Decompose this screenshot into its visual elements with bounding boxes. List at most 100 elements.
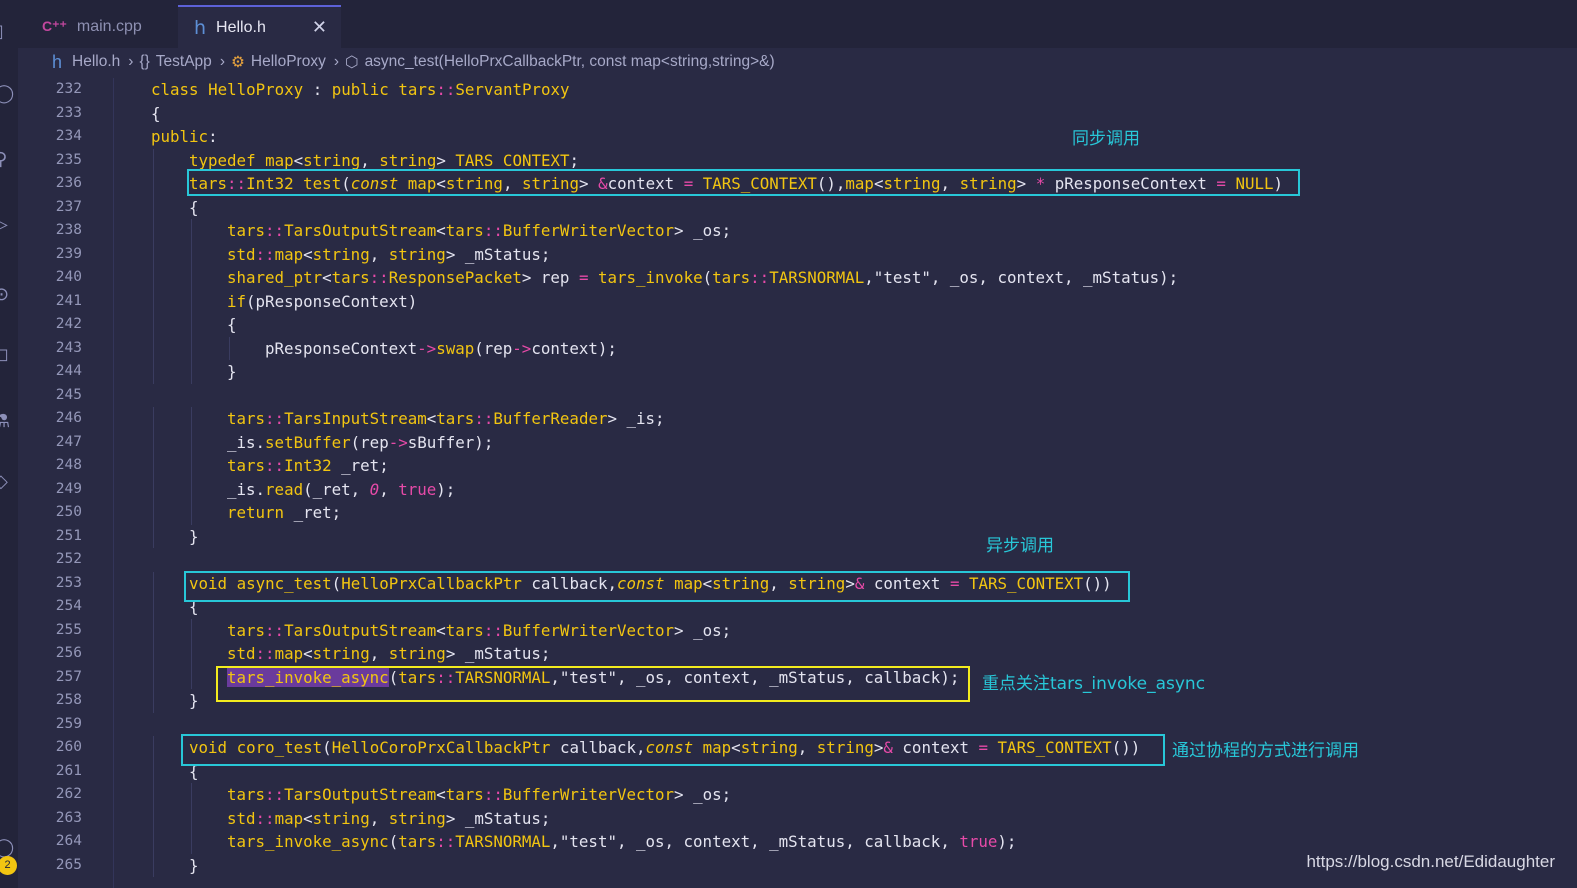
line-number: 245 [55, 386, 82, 403]
code-line[interactable]: 251} [18, 524, 1558, 549]
code-text: if(pResponseContext) [227, 290, 417, 314]
code-line[interactable]: 234 public: [18, 125, 1558, 149]
code-token: string [312, 244, 370, 264]
line-number: 251 [55, 527, 82, 544]
code-token: :: [265, 456, 285, 475]
code-text: _is.setBuffer(rep->sBuffer); [227, 431, 493, 455]
code-line[interactable]: 232 class HelloProxy : public tars::Serva… [18, 78, 1558, 102]
search-icon[interactable]: ◯ [0, 84, 14, 104]
code-line[interactable]: 246 tars::TarsInputStream<tars::BufferRea… [18, 407, 1558, 431]
explorer-icon[interactable]: ▯ [0, 22, 14, 42]
tab-hello-h[interactable]: h Hello.h ✕ [178, 5, 341, 48]
breadcrumb-method[interactable]: async_test(HelloPrxCallbackPtr, const ma… [365, 53, 775, 71]
line-number: 263 [55, 809, 82, 826]
accounts-icon[interactable]: ◯ [0, 838, 14, 858]
code-line[interactable]: 239 std::map<string, string> _mStatus; [18, 242, 1558, 266]
code-token: :: [265, 620, 285, 640]
code-token: tars [436, 409, 475, 428]
line-number: 238 [55, 222, 82, 238]
line-number: 232 [55, 81, 82, 97]
breadcrumb-namespace[interactable]: TestApp [156, 53, 212, 71]
code-token: sBuffer); [407, 432, 494, 452]
code-line[interactable]: 249 _is.read(_ret, 0, true); [18, 477, 1558, 501]
code-token: < [303, 644, 313, 663]
code-token: pResponseContext [265, 338, 418, 358]
code-token: :: [750, 268, 770, 287]
code-token: public [151, 127, 209, 146]
activity-bar: ▯ ◯ ⚲ ▷ ⊙ ◻ ⚗ ◇ ◯ 2 [0, 0, 18, 888]
code-token: map [274, 244, 304, 264]
run-debug-icon[interactable]: ▷ [0, 215, 14, 235]
indent-guide [191, 360, 192, 384]
code-line[interactable]: 238 tars::TarsOutputStream<tars::BufferWr… [18, 219, 1558, 243]
extensions-icon[interactable]: ◻ [0, 345, 14, 365]
code-token: TARSNORMAL [769, 268, 865, 287]
line-number: 257 [55, 668, 82, 685]
code-text: } [189, 525, 199, 549]
code-line[interactable]: 242 { [18, 313, 1558, 337]
code-line[interactable]: 243 pResponseContext->swap(rep->context); [18, 336, 1558, 360]
code-token: shared_ptr [227, 268, 323, 287]
code-token: (pResponseContext) [246, 291, 418, 311]
code-line[interactable]: 237 { [18, 195, 1558, 219]
indent-guide [191, 336, 192, 360]
line-number: 241 [55, 292, 82, 309]
code-token: < [436, 785, 446, 804]
code-line[interactable]: 255 tars::TarsOutputStream<tars::BufferWr… [18, 618, 1558, 642]
code-text: class HelloProxy : public tars::ServantP… [151, 78, 570, 102]
tab-main-cpp[interactable]: C⁺⁺ main.cpp [28, 6, 192, 47]
code-token: BufferWriterVector [502, 620, 675, 640]
code-token: :: [265, 785, 285, 804]
testing-icon[interactable]: ⚗ [0, 412, 14, 432]
code-token: > _os; [674, 785, 732, 804]
line-number: 244 [55, 363, 82, 379]
code-token: -> [388, 432, 408, 452]
code-token: ); [997, 832, 1017, 851]
code-token: std [227, 644, 256, 663]
notification-badge: 2 [0, 856, 17, 875]
source-control-icon[interactable]: ⚲ [0, 150, 14, 170]
git-graph-icon[interactable]: ◇ [0, 472, 14, 492]
code-token: :: [436, 80, 456, 99]
code-token: : [208, 127, 218, 146]
breadcrumb-file[interactable]: Hello.h [72, 53, 120, 71]
code-line[interactable]: 250 return _ret; [18, 501, 1558, 525]
close-tab-icon[interactable]: ✕ [312, 17, 327, 38]
code-token: :: [255, 644, 275, 663]
indent-guide [191, 430, 192, 454]
line-number: 265 [55, 856, 82, 873]
code-line[interactable]: 248 tars::Int32 _ret; [18, 454, 1558, 478]
code-line[interactable]: 263 std::map<string, string> _mStatus; [18, 806, 1558, 830]
code-line[interactable]: 262 tars::TarsOutputStream<tars::BufferWr… [18, 783, 1558, 807]
code-token: > [436, 150, 456, 170]
code-line[interactable]: 241 if(pResponseContext) [18, 289, 1558, 314]
code-line[interactable]: 259 [18, 713, 1558, 737]
indent-guide [153, 242, 154, 266]
code-token: BufferReader [493, 409, 608, 428]
line-number: 253 [55, 574, 82, 591]
code-line[interactable]: 247 _is.setBuffer(rep->sBuffer); [18, 430, 1558, 455]
code-token: std [227, 244, 256, 264]
class-icon: ⚙ [230, 53, 245, 71]
code-line[interactable]: 233 { [18, 102, 1558, 126]
breadcrumb-class[interactable]: HelloProxy [251, 53, 326, 71]
code-line[interactable]: 240 shared_ptr<tars::ResponsePacket> rep … [18, 266, 1558, 290]
code-token: tars [331, 268, 370, 287]
remote-explorer-icon[interactable]: ⊙ [0, 285, 14, 305]
code-editor[interactable]: 232 class HelloProxy : public tars::Serva… [18, 78, 1577, 888]
code-token: map [274, 644, 304, 663]
code-token: context); [531, 338, 617, 358]
code-line[interactable]: 244} [18, 360, 1558, 384]
code-token: : [303, 80, 332, 99]
code-line[interactable]: 245 [18, 384, 1558, 408]
code-line[interactable]: 264 tars_invoke_async(tars::TARSNORMAL,"t… [18, 830, 1558, 854]
code-line[interactable]: 252 [18, 548, 1558, 572]
code-token: (rep [474, 338, 513, 358]
code-token: ); [436, 479, 456, 499]
code-token: } [189, 691, 199, 710]
indent-guide [153, 407, 154, 431]
code-token: :: [369, 268, 389, 287]
code-line[interactable]: 256 std::map<string, string> _mStatus; [18, 642, 1558, 666]
line-number: 235 [55, 151, 82, 168]
line-number: 249 [55, 480, 82, 497]
